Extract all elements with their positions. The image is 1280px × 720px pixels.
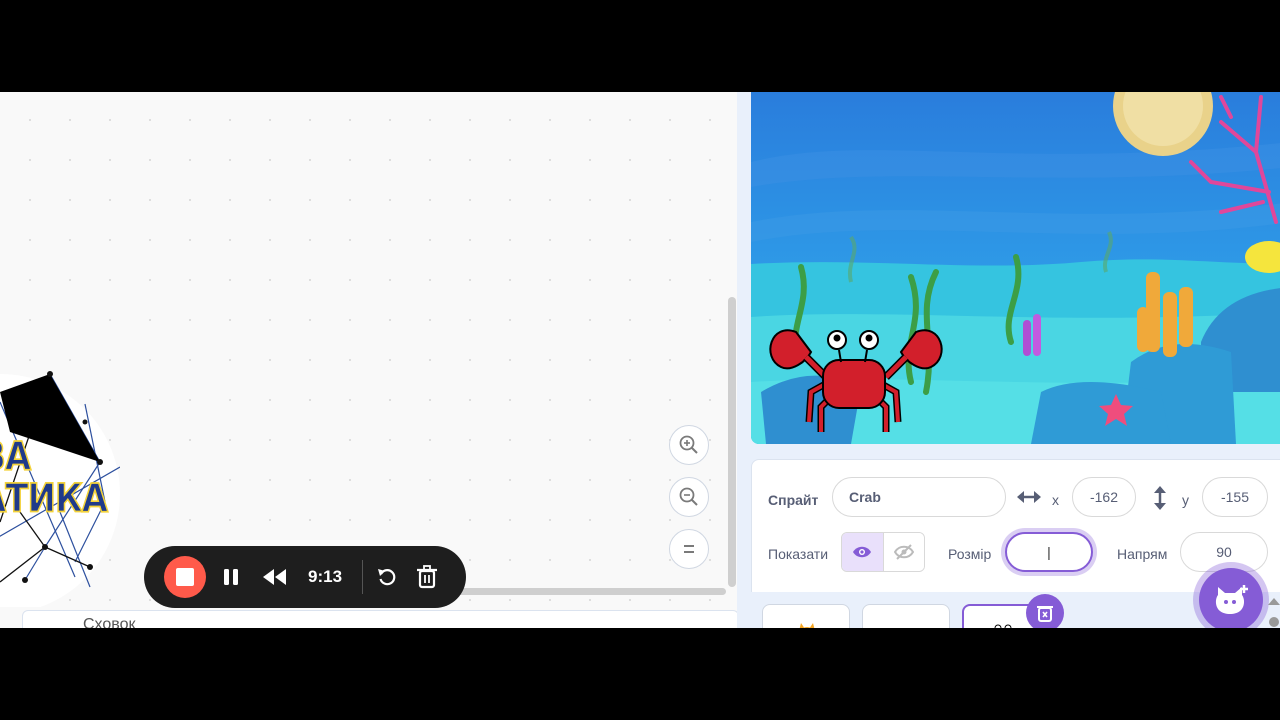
panel-divider bbox=[737, 92, 751, 628]
delete-sprite-button[interactable] bbox=[1026, 594, 1064, 628]
pufferfish-sprite-icon bbox=[863, 605, 950, 628]
pause-icon bbox=[224, 569, 238, 585]
size-field[interactable]: | bbox=[1005, 532, 1093, 572]
sprite-name-field[interactable]: Crab bbox=[832, 477, 1006, 517]
restart-icon bbox=[378, 569, 396, 586]
x-field[interactable]: -162 bbox=[1072, 477, 1136, 517]
direction-label: Напрям bbox=[1117, 546, 1168, 562]
choose-sprite-button[interactable] bbox=[1199, 568, 1263, 628]
x-value: -162 bbox=[1089, 489, 1119, 505]
backpack-label: Сховок bbox=[83, 616, 136, 628]
workspace-vertical-scrollbar[interactable] bbox=[728, 297, 736, 587]
trash-icon bbox=[417, 565, 437, 589]
rewind-button[interactable] bbox=[262, 566, 288, 588]
channel-logo: ВА АТИКА bbox=[0, 352, 120, 607]
eye-slash-icon bbox=[893, 544, 914, 560]
stage[interactable] bbox=[751, 92, 1280, 444]
show-button[interactable] bbox=[842, 533, 884, 571]
discard-recording-button[interactable] bbox=[416, 565, 438, 589]
trash-icon bbox=[1037, 606, 1053, 622]
rewind-icon bbox=[263, 569, 286, 585]
size-label: Розмір bbox=[948, 546, 992, 562]
sprite-thumbnail-pufferfish[interactable] bbox=[862, 604, 950, 628]
sprite-list-scrollbar[interactable] bbox=[1268, 598, 1280, 628]
sprite-name-value: Crab bbox=[849, 489, 881, 505]
sprite-info-panel: Спрайт Crab x -162 y -155 Показати Розмі… bbox=[751, 459, 1280, 599]
x-arrows-icon bbox=[1017, 491, 1041, 503]
zoom-out-icon bbox=[679, 487, 698, 506]
restart-button[interactable] bbox=[376, 566, 398, 588]
backpack-panel[interactable]: Сховок bbox=[22, 610, 739, 628]
direction-field[interactable]: 90 bbox=[1180, 532, 1268, 572]
stop-icon bbox=[176, 568, 194, 586]
hide-button[interactable] bbox=[883, 533, 924, 571]
cat-add-icon bbox=[1215, 585, 1248, 614]
y-label: y bbox=[1182, 492, 1189, 508]
workspace-horizontal-scrollbar[interactable] bbox=[440, 588, 726, 595]
direction-value: 90 bbox=[1216, 544, 1232, 560]
screen-recorder-bar: 9:13 bbox=[144, 546, 466, 608]
logo-text-line1: ВА bbox=[0, 433, 32, 480]
y-arrows-icon bbox=[1154, 486, 1166, 510]
sprite-label: Спрайт bbox=[768, 492, 819, 508]
sprite-thumbnail-cat[interactable] bbox=[762, 604, 850, 628]
eye-icon bbox=[853, 546, 872, 558]
stop-recording-button[interactable] bbox=[164, 556, 206, 598]
stage-backdrop bbox=[751, 92, 1280, 444]
cat-sprite-icon bbox=[799, 623, 815, 628]
show-label: Показати bbox=[768, 546, 829, 562]
pause-button[interactable] bbox=[220, 566, 242, 588]
zoom-in-button[interactable] bbox=[669, 425, 709, 465]
logo-text-line2: АТИКА bbox=[0, 475, 109, 522]
visibility-toggle bbox=[841, 532, 925, 572]
x-label: x bbox=[1052, 492, 1059, 508]
zoom-reset-button[interactable] bbox=[669, 529, 709, 569]
zoom-reset-icon bbox=[684, 545, 694, 553]
zoom-in-icon bbox=[679, 435, 698, 454]
y-field[interactable]: -155 bbox=[1202, 477, 1268, 517]
size-value: | bbox=[1047, 544, 1051, 560]
recording-time: 9:13 bbox=[308, 567, 343, 586]
zoom-out-button[interactable] bbox=[669, 477, 709, 517]
recorder-separator bbox=[362, 560, 363, 594]
y-value: -155 bbox=[1220, 489, 1250, 505]
